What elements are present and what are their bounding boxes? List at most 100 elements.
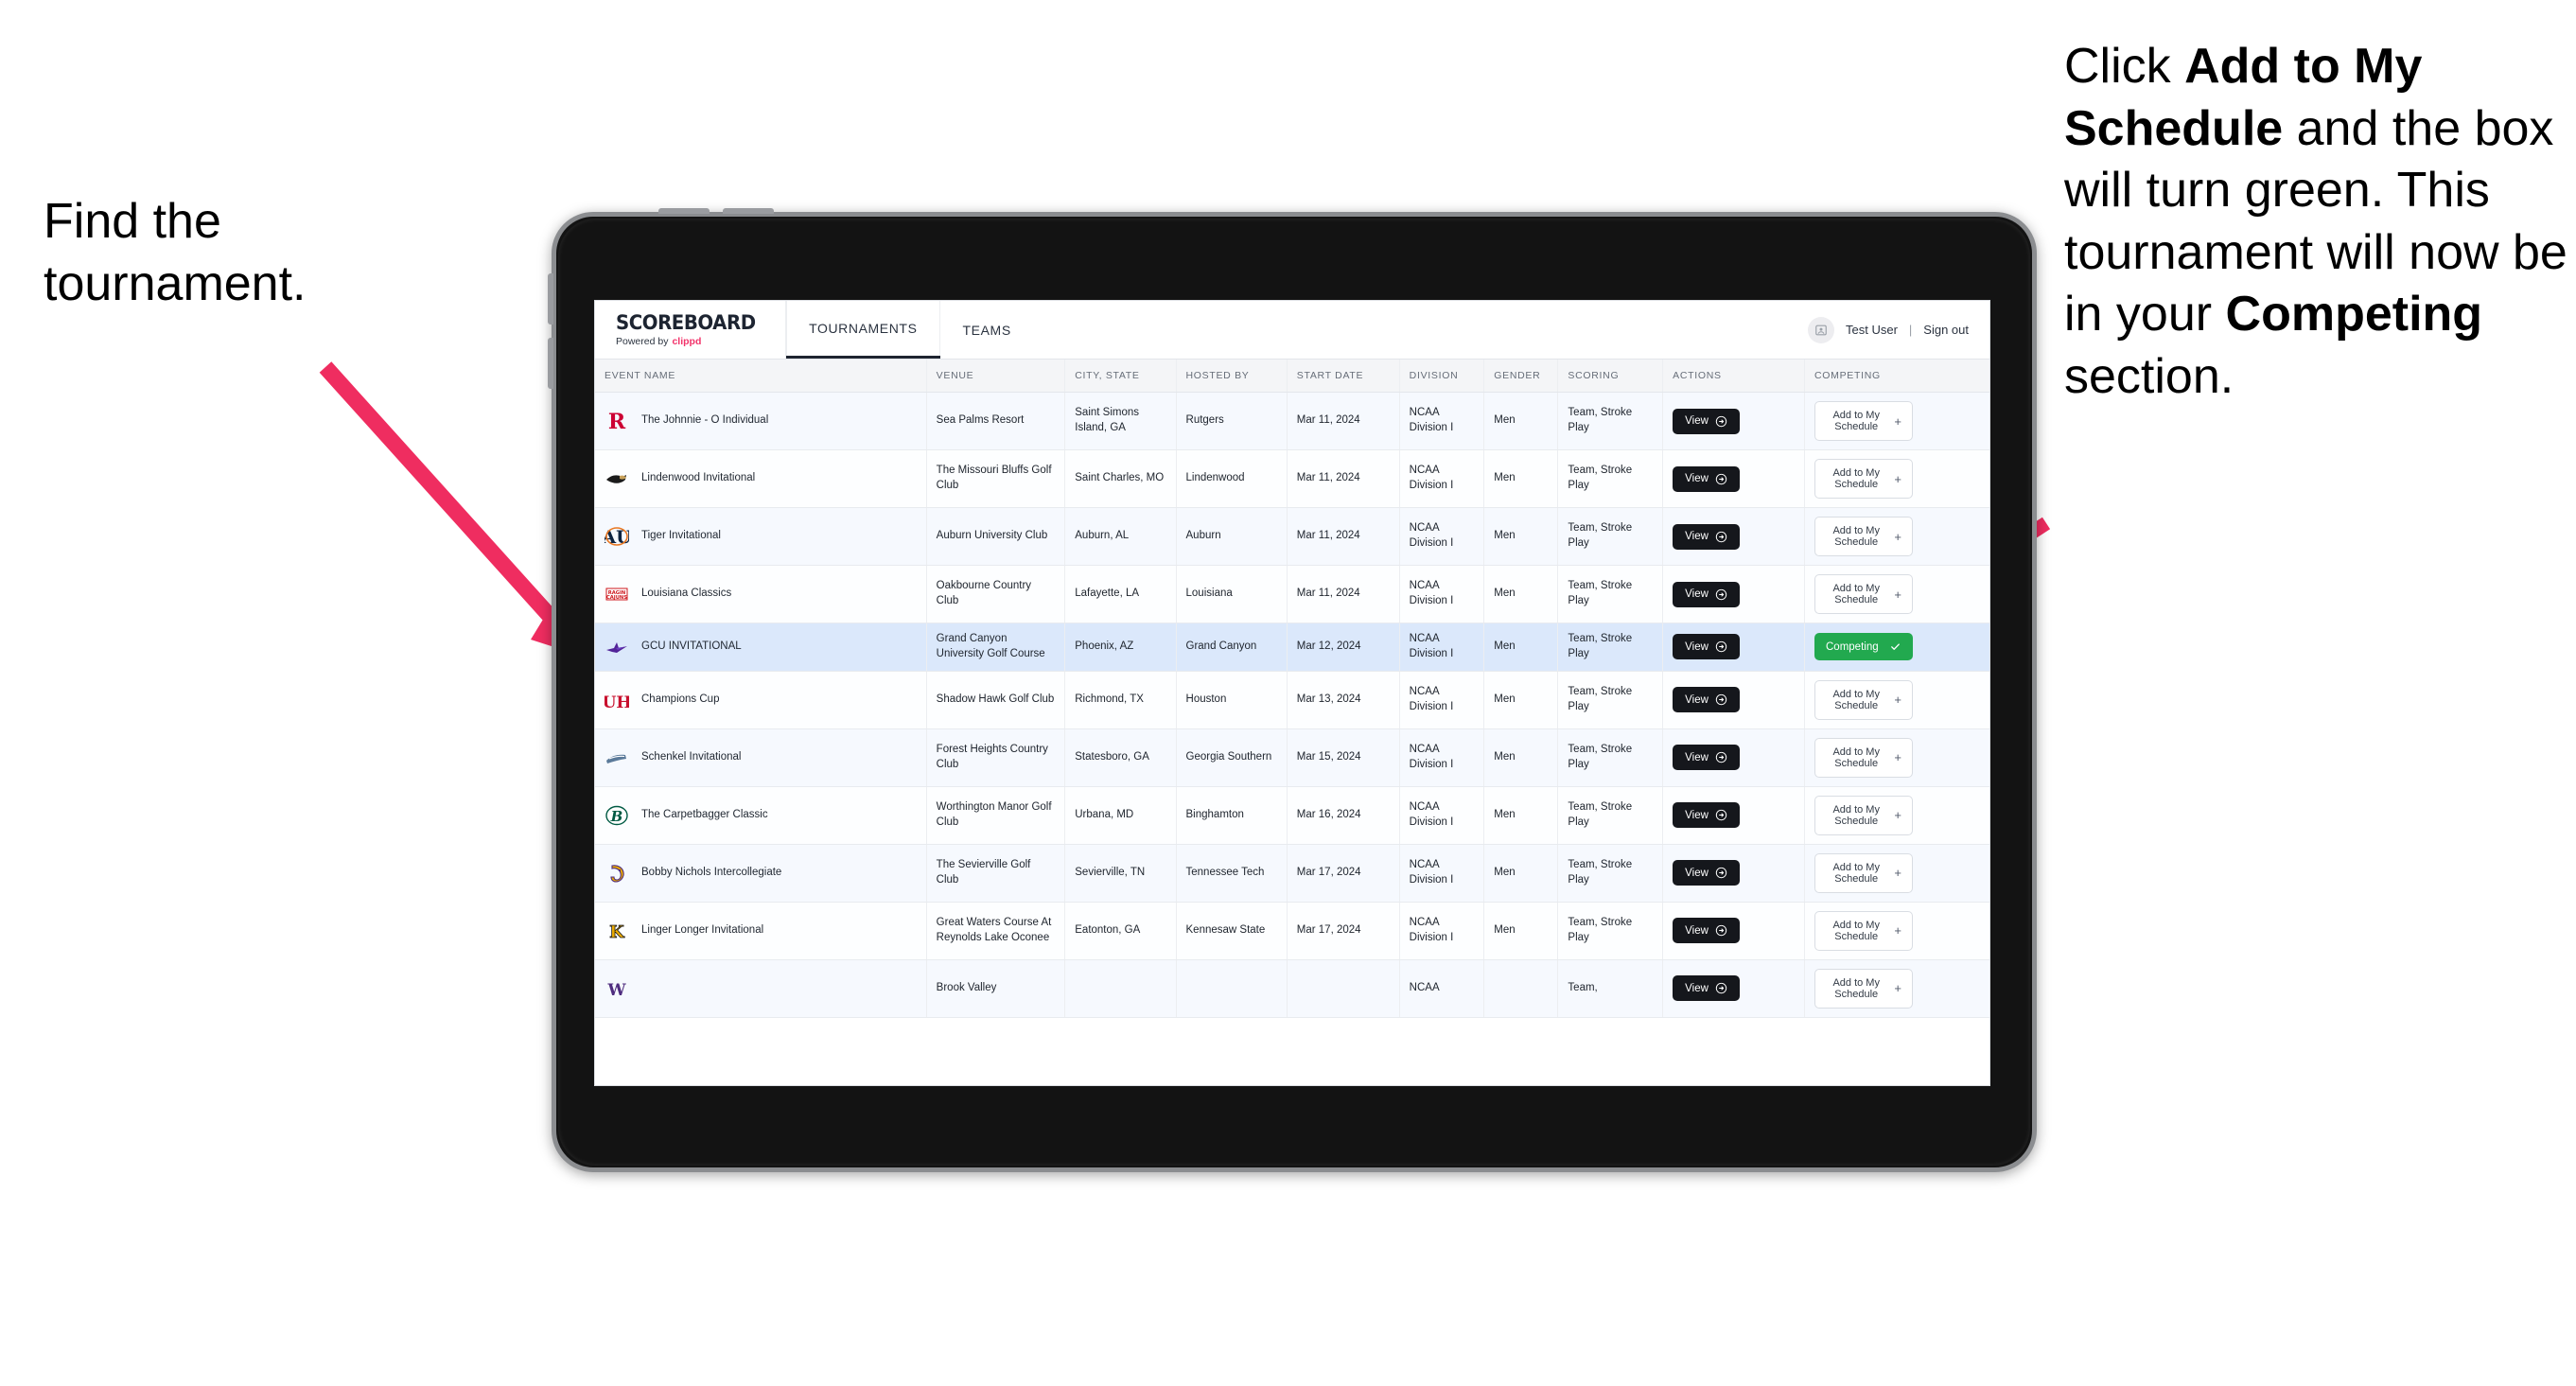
add-to-my-schedule-button[interactable]: Add to My Schedule + [1814, 679, 1913, 720]
cell-venue: Forest Heights Country Club [926, 728, 1066, 787]
view-label: View [1685, 531, 1709, 542]
sign-out-link[interactable]: Sign out [1923, 323, 1969, 337]
competing-button[interactable]: Competing [1814, 633, 1913, 661]
tournaments-table-scroll[interactable]: EVENT NAME VENUE CITY, STATE HOSTED BY S… [595, 360, 1989, 1085]
arrow-right-circle-icon [1715, 868, 1727, 879]
event-name-text: The Carpetbagger Classic [641, 808, 768, 820]
cell-start-date: Mar 17, 2024 [1287, 844, 1400, 903]
cell-competing: Add to My Schedule + [1804, 392, 1989, 450]
add-to-my-schedule-button[interactable]: Add to My Schedule + [1814, 910, 1913, 951]
cell-city-state: Phoenix, AZ [1064, 623, 1177, 672]
column-header-hosted-by: HOSTED BY [1176, 360, 1288, 393]
svg-text:W: W [606, 981, 626, 1000]
table-row[interactable]: R The Johnnie - O Individual Sea Palms R… [595, 392, 1989, 450]
account-separator: | [1908, 323, 1913, 337]
cell-actions: View [1662, 671, 1805, 729]
table-row[interactable]: GCU INVITATIONAL Grand Canyon University… [595, 623, 1989, 672]
top-button-secondary[interactable] [723, 208, 774, 214]
cell-gender: Men [1483, 507, 1559, 566]
table-row[interactable]: RAGIN CAJUNS Louisiana Classics Oakbourne… [595, 565, 1989, 623]
view-button[interactable]: View [1673, 918, 1740, 944]
add-to-my-schedule-button[interactable]: Add to My Schedule + [1814, 852, 1913, 893]
competing-label: Competing [1826, 640, 1879, 653]
table-row[interactable]: AU Tiger Invitational Auburn University … [595, 507, 1989, 566]
cell-gender: Men [1483, 449, 1559, 508]
tab-tournaments[interactable]: TOURNAMENTS [786, 301, 941, 359]
table-body: R The Johnnie - O Individual Sea Palms R… [595, 392, 1989, 1018]
add-to-my-schedule-button[interactable]: Add to My Schedule + [1814, 737, 1913, 778]
cell-event-name: GCU INVITATIONAL [595, 623, 927, 672]
view-button[interactable]: View [1673, 802, 1740, 829]
page-root: Find the tournament. Click Add to My Sch… [0, 0, 2576, 1386]
add-to-my-schedule-button[interactable]: Add to My Schedule + [1814, 459, 1913, 499]
view-button[interactable]: View [1673, 581, 1740, 607]
power-button[interactable] [658, 208, 710, 214]
volume-up-button[interactable] [548, 273, 553, 325]
view-button[interactable]: View [1673, 523, 1740, 550]
column-header-gender: GENDER [1483, 360, 1559, 393]
view-button[interactable]: View [1673, 745, 1740, 771]
add-to-my-schedule-button[interactable]: Add to My Schedule + [1814, 401, 1913, 441]
tab-teams[interactable]: TEAMS [940, 301, 1034, 359]
cell-start-date: Mar 11, 2024 [1287, 449, 1400, 508]
view-button[interactable]: View [1673, 860, 1740, 886]
cell-hosted-by [1176, 959, 1288, 1018]
view-label: View [1685, 415, 1709, 427]
cell-division: NCAA [1399, 959, 1485, 1018]
cell-hosted-by: Lindenwood [1176, 449, 1288, 508]
add-to-my-schedule-label: Add to My Schedule [1832, 688, 1880, 711]
table-row[interactable]: K Linger Longer Invitational Great Water… [595, 902, 1989, 960]
add-to-my-schedule-button[interactable]: Add to My Schedule + [1814, 574, 1913, 614]
add-to-my-schedule-label: Add to My Schedule [1832, 976, 1880, 1000]
brand-clippd: clippd [672, 335, 702, 347]
cell-venue: The Missouri Bluffs Golf Club [926, 449, 1066, 508]
arrow-right-circle-icon [1715, 531, 1727, 542]
view-label: View [1685, 867, 1709, 879]
add-to-my-schedule-button[interactable]: Add to My Schedule + [1814, 517, 1913, 556]
cell-start-date: Mar 11, 2024 [1287, 392, 1400, 450]
table-row[interactable]: B The Carpetbagger Classic Worthington M… [595, 786, 1989, 845]
louisiana-logo: RAGIN CAJUNS [605, 582, 629, 606]
cell-venue: Brook Valley [926, 959, 1066, 1018]
cell-event-name: Bobby Nichols Intercollegiate [595, 844, 927, 903]
add-to-my-schedule-button[interactable]: Add to My Schedule + [1814, 795, 1913, 835]
plus-icon: + [1894, 808, 1901, 823]
table-row[interactable]: Schenkel Invitational Forest Heights Cou… [595, 728, 1989, 787]
table-row[interactable]: W Brook Valley NCAA Team, View Add to My… [595, 959, 1989, 1018]
view-button[interactable]: View [1673, 687, 1740, 713]
add-to-my-schedule-label: Add to My Schedule [1832, 919, 1880, 942]
view-button[interactable]: View [1673, 465, 1740, 492]
event-name-text: Louisiana Classics [641, 588, 732, 600]
table-row[interactable]: Bobby Nichols Intercollegiate The Sevier… [595, 844, 1989, 903]
cell-start-date: Mar 12, 2024 [1287, 623, 1400, 672]
view-label: View [1685, 809, 1709, 821]
cell-start-date: Mar 11, 2024 [1287, 507, 1400, 566]
brand-powered-by: Powered by [616, 335, 669, 347]
arrow-right-circle-icon [1715, 694, 1727, 706]
cell-city-state: Urbana, MD [1064, 786, 1177, 845]
volume-down-button[interactable] [548, 338, 553, 389]
table-row[interactable]: Lindenwood Invitational The Missouri Blu… [595, 449, 1989, 508]
cell-hosted-by: Louisiana [1176, 565, 1288, 623]
plus-icon: + [1894, 750, 1901, 765]
cell-scoring: Team, Stroke Play [1557, 902, 1664, 960]
avatar[interactable] [1808, 316, 1834, 343]
add-to-my-schedule-label: Add to My Schedule [1832, 583, 1880, 605]
view-label: View [1685, 693, 1709, 706]
auburn-logo: AU [605, 524, 629, 549]
cell-gender: Men [1483, 728, 1559, 787]
view-button[interactable]: View [1673, 975, 1740, 1002]
cell-gender [1483, 959, 1559, 1018]
plus-icon: + [1894, 866, 1901, 881]
table-row[interactable]: UH Champions Cup Shadow Hawk Golf Club R… [595, 671, 1989, 729]
cell-hosted-by: Tennessee Tech [1176, 844, 1288, 903]
cell-event-name: RAGIN CAJUNS Louisiana Classics [595, 565, 927, 623]
view-button[interactable]: View [1673, 634, 1740, 660]
header-account-area: Test User | Sign out [1808, 301, 1989, 359]
view-label: View [1685, 473, 1709, 484]
view-button[interactable]: View [1673, 408, 1740, 434]
cell-event-name: Schenkel Invitational [595, 728, 927, 787]
cell-city-state: Sevierville, TN [1064, 844, 1177, 903]
cell-venue: Shadow Hawk Golf Club [926, 671, 1066, 729]
add-to-my-schedule-button[interactable]: Add to My Schedule + [1814, 968, 1913, 1009]
